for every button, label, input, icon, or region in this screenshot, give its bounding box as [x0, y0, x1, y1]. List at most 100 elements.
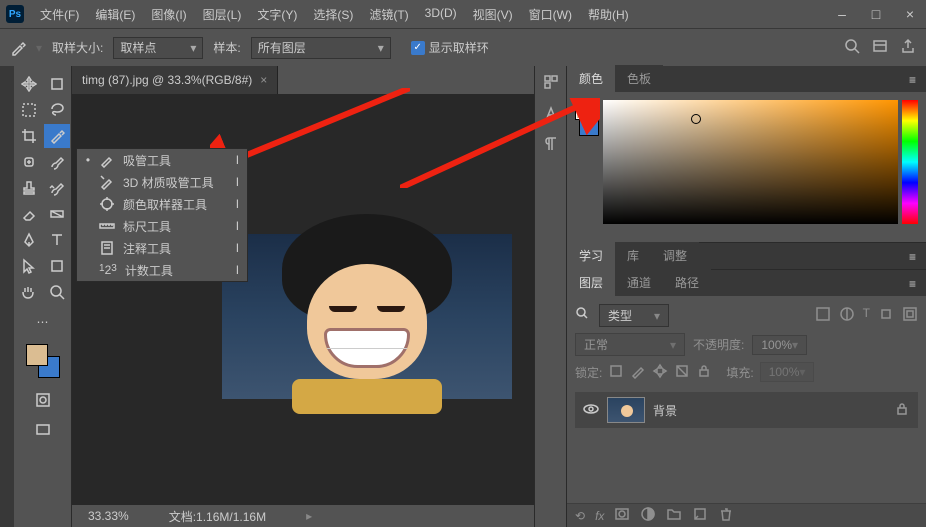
menu-3d[interactable]: 3D(D) — [419, 3, 463, 26]
quickmask-tool[interactable] — [30, 388, 56, 412]
share-icon[interactable] — [900, 38, 916, 57]
zoom-value[interactable]: 33.33% — [88, 509, 129, 523]
close-button[interactable]: × — [900, 4, 920, 24]
color-panel-tabs: 颜色 色板 ≡ — [567, 66, 926, 92]
marquee-tool[interactable] — [16, 98, 42, 122]
menu-layer[interactable]: 图层(L) — [197, 3, 248, 26]
panel-menu-icon[interactable]: ≡ — [899, 245, 926, 269]
document-tab[interactable]: timg (87).jpg @ 33.3%(RGB/8#) × — [72, 66, 278, 94]
tab-learn[interactable]: 学习 — [567, 242, 615, 269]
menu-type[interactable]: 文字(Y) — [251, 3, 303, 26]
filter-smart-icon[interactable] — [902, 306, 918, 325]
menu-edit[interactable]: 编辑(E) — [89, 3, 141, 26]
mini-swatches[interactable] — [575, 100, 599, 234]
filter-kind-select[interactable]: 类型 — [599, 304, 669, 327]
paragraph-panel-icon[interactable] — [543, 136, 559, 155]
layers-panel-tabs: 图层 通道 路径 ≡ — [567, 270, 926, 296]
tab-adjustments[interactable]: 调整 — [651, 242, 699, 269]
screenmode-tool[interactable] — [30, 418, 56, 442]
tab-channels[interactable]: 通道 — [615, 269, 663, 296]
menu-view[interactable]: 视图(V) — [467, 3, 519, 26]
new-layer-icon[interactable] — [692, 506, 708, 525]
fill-input[interactable]: 100% — [760, 362, 815, 382]
link-layers-icon[interactable]: ⟲ — [575, 509, 585, 523]
artboard-tool[interactable] — [44, 72, 70, 96]
flyout-3d-eyedropper[interactable]: 3D 材质吸管工具I — [77, 171, 247, 193]
crop-tool[interactable] — [16, 124, 42, 148]
workspace-icon[interactable] — [872, 38, 888, 57]
healing-tool[interactable] — [16, 150, 42, 174]
flyout-color-sampler[interactable]: 颜色取样器工具I — [77, 193, 247, 215]
flyout-count[interactable]: 123计数工具I — [77, 259, 247, 281]
menu-window[interactable]: 窗口(W) — [523, 3, 578, 26]
menu-help[interactable]: 帮助(H) — [582, 3, 635, 26]
show-ring-checkbox[interactable]: ✓ 显示取样环 — [411, 39, 489, 56]
maximize-button[interactable]: □ — [866, 4, 886, 24]
lock-position-icon[interactable] — [652, 363, 668, 382]
stamp-tool[interactable] — [16, 176, 42, 200]
flyout-eyedropper[interactable]: •吸管工具I — [77, 149, 247, 171]
lock-all-icon[interactable] — [696, 363, 712, 382]
path-select-tool[interactable] — [16, 254, 42, 278]
menu-file[interactable]: 文件(F) — [34, 3, 85, 26]
pen-tool[interactable] — [16, 228, 42, 252]
blend-mode-select[interactable]: 正常 — [575, 333, 685, 356]
move-tool[interactable] — [16, 72, 42, 96]
lock-pixels-icon[interactable] — [630, 363, 646, 382]
tab-libraries[interactable]: 库 — [615, 242, 651, 269]
flyout-ruler[interactable]: 标尺工具I — [77, 215, 247, 237]
panel-menu-icon[interactable]: ≡ — [899, 272, 926, 296]
lock-artboard-icon[interactable] — [674, 363, 690, 382]
search-icon[interactable] — [575, 306, 591, 325]
opacity-input[interactable]: 100% — [752, 335, 807, 355]
tab-color[interactable]: 颜色 — [567, 65, 615, 92]
tab-layers[interactable]: 图层 — [567, 269, 615, 296]
sample-size-select[interactable]: 取样点 — [113, 37, 203, 59]
filter-type-icon[interactable]: T — [863, 306, 870, 325]
panel-menu-icon[interactable]: ≡ — [899, 68, 926, 92]
foreground-swatch[interactable] — [26, 344, 48, 366]
hue-slider[interactable] — [902, 100, 918, 224]
eyedropper-tool[interactable] — [44, 124, 70, 148]
menu-filter[interactable]: 滤镜(T) — [363, 3, 414, 26]
history-panel-icon[interactable] — [543, 74, 559, 93]
color-swatches[interactable] — [26, 344, 60, 378]
brush-tool[interactable] — [44, 150, 70, 174]
sample-layers-select[interactable]: 所有图层 — [251, 37, 391, 59]
layer-thumbnail[interactable] — [607, 397, 645, 423]
mask-icon[interactable] — [614, 506, 630, 525]
search-icon[interactable] — [844, 38, 860, 57]
mini-bg-swatch[interactable] — [579, 116, 599, 136]
gradient-tool[interactable] — [44, 202, 70, 226]
delete-icon[interactable] — [718, 506, 734, 525]
character-panel-icon[interactable] — [543, 105, 559, 124]
canvas-area: timg (87).jpg @ 33.3%(RGB/8#) × 33.33% 文… — [72, 66, 534, 527]
fx-icon[interactable]: fx — [595, 509, 604, 523]
type-tool[interactable] — [44, 228, 70, 252]
menu-select[interactable]: 选择(S) — [307, 3, 359, 26]
filter-shape-icon[interactable] — [878, 306, 894, 325]
shape-tool[interactable] — [44, 254, 70, 278]
flyout-note[interactable]: 注释工具I — [77, 237, 247, 259]
adjustment-icon[interactable] — [640, 506, 656, 525]
hand-tool[interactable] — [16, 280, 42, 304]
history-brush-tool[interactable] — [44, 176, 70, 200]
edit-toolbar[interactable]: ⋯ — [30, 310, 56, 334]
filter-adjust-icon[interactable] — [839, 306, 855, 325]
lock-transparent-icon[interactable] — [608, 363, 624, 382]
visibility-icon[interactable] — [583, 401, 599, 420]
zoom-tool[interactable] — [44, 280, 70, 304]
document-tabs: timg (87).jpg @ 33.3%(RGB/8#) × — [72, 66, 534, 94]
eraser-tool[interactable] — [16, 202, 42, 226]
tab-paths[interactable]: 路径 — [663, 269, 711, 296]
group-icon[interactable] — [666, 506, 682, 525]
close-tab-icon[interactable]: × — [260, 73, 267, 87]
tab-swatches[interactable]: 色板 — [615, 65, 663, 92]
menu-image[interactable]: 图像(I) — [145, 3, 192, 26]
layer-name[interactable]: 背景 — [653, 402, 677, 419]
layer-item[interactable]: 背景 — [575, 392, 918, 428]
minimize-button[interactable]: – — [832, 4, 852, 24]
color-field[interactable] — [603, 100, 898, 224]
lasso-tool[interactable] — [44, 98, 70, 122]
filter-pixel-icon[interactable] — [815, 306, 831, 325]
